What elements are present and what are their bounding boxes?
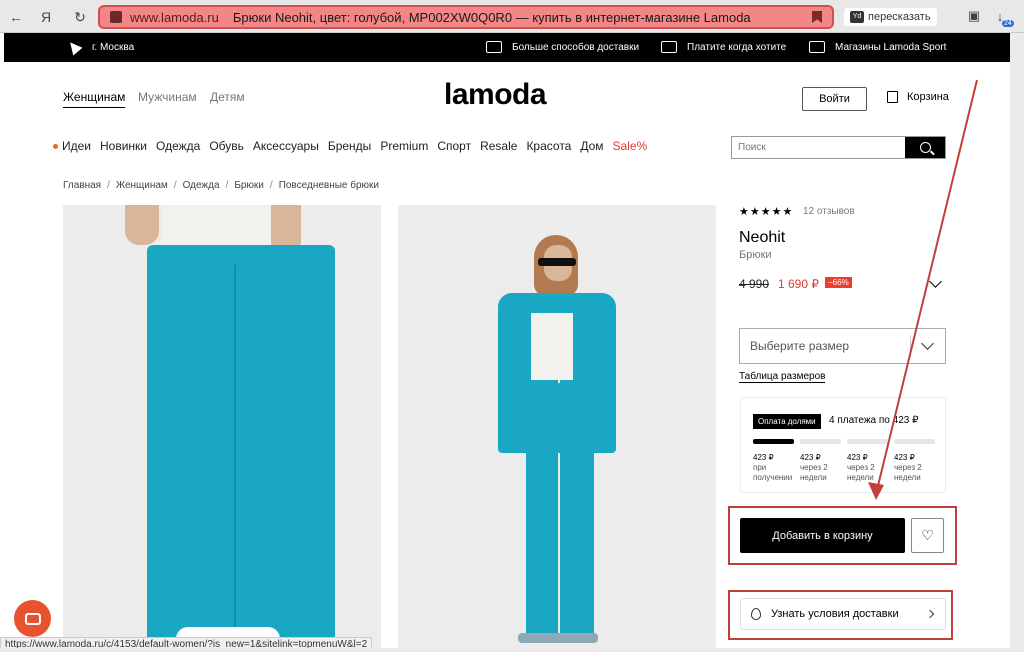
annotation-arrow xyxy=(868,79,978,500)
chat-icon xyxy=(24,612,41,625)
window-frame xyxy=(0,648,1024,652)
window-frame xyxy=(1010,33,1024,652)
chat-button[interactable] xyxy=(14,600,51,637)
